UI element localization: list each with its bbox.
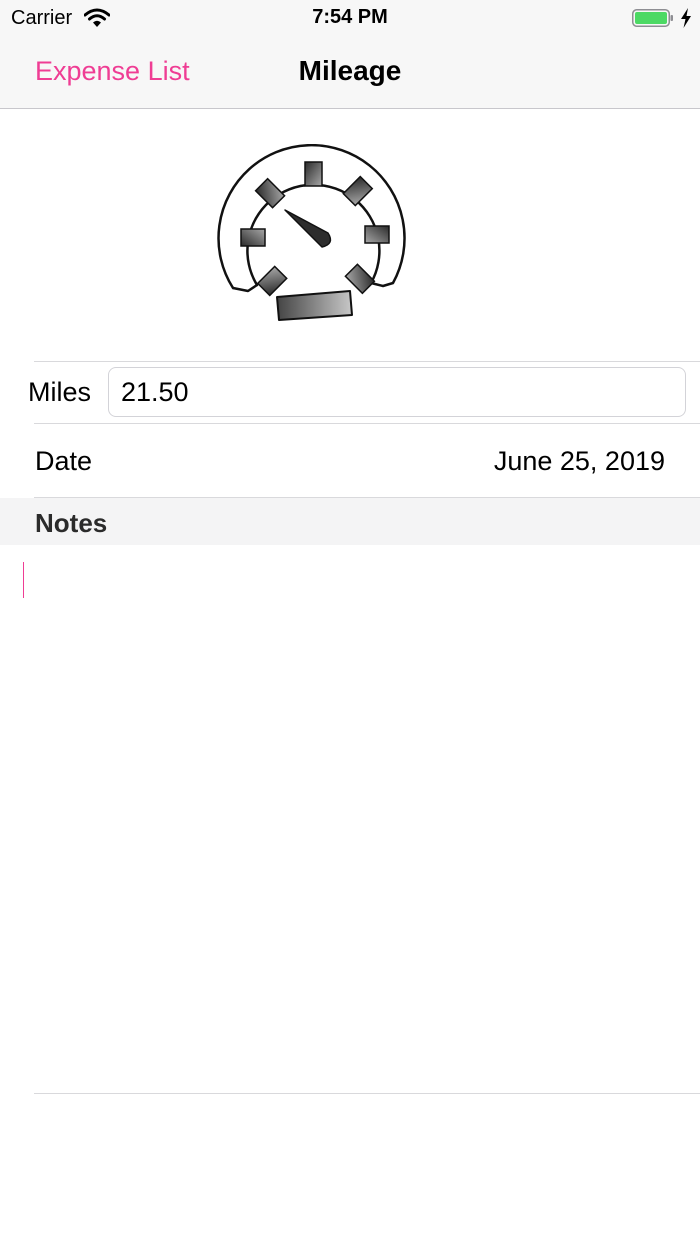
miles-label: Miles: [28, 377, 92, 407]
notes-text-area[interactable]: [0, 545, 700, 1093]
date-label[interactable]: Date: [35, 446, 92, 477]
mileage-screen: Carrier 7:54 PM Expense List Mileage Mil…: [0, 0, 700, 1244]
date-value[interactable]: June 25, 2019: [494, 446, 665, 477]
separator: [34, 361, 700, 362]
separator: [34, 1093, 700, 1094]
notes-section-header: Notes: [0, 498, 700, 545]
page-title: Mileage: [298, 55, 402, 86]
miles-field[interactable]: [108, 367, 686, 417]
separator: [34, 423, 700, 424]
speedometer-icon: [217, 144, 406, 321]
notes-header-label: Notes: [35, 508, 108, 538]
status-time: 7:54 PM: [312, 6, 388, 28]
text-cursor: [23, 562, 24, 598]
navigation-bar: Expense List Mileage: [0, 40, 700, 109]
charging-bolt-icon: [681, 8, 691, 28]
status-bar: Carrier 7:54 PM: [0, 0, 700, 40]
battery-icon: [632, 9, 673, 27]
